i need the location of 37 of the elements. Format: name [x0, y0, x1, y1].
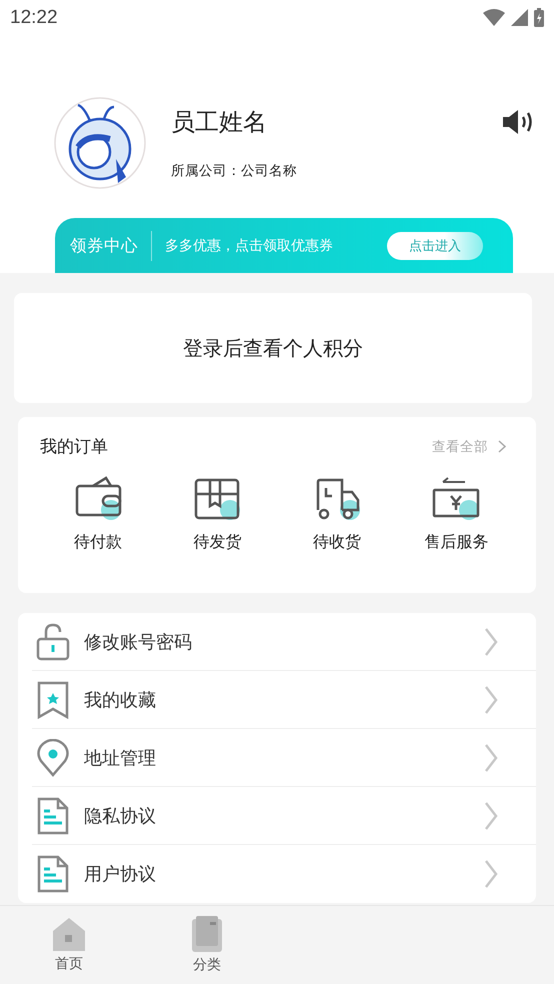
order-status-item[interactable]: 售后服务	[406, 476, 506, 553]
orders-title: 我的订单	[40, 436, 108, 458]
company-name: 所属公司：公司名称	[171, 162, 298, 180]
chevron-icon	[484, 626, 498, 656]
avatar-icon	[54, 97, 146, 190]
document-icon	[36, 855, 70, 893]
menu-item[interactable]: 地址管理	[32, 729, 536, 787]
category-icon	[192, 916, 222, 952]
menu-item[interactable]: 我的收藏	[32, 671, 536, 729]
points-login-text: 登录后查看个人积分	[183, 334, 363, 362]
menu-item[interactable]: 隐私协议	[32, 787, 536, 845]
chevron-icon	[498, 440, 506, 453]
document-icon	[36, 796, 70, 834]
coupon-text: 多多优惠，点击领取优惠券	[165, 236, 334, 255]
status-time: 12:22	[10, 6, 58, 29]
chevron-icon	[484, 742, 498, 772]
bookmark-icon	[36, 680, 70, 718]
employee-name: 员工姓名	[171, 107, 268, 138]
order-status-item[interactable]: 待收货	[286, 476, 387, 553]
nav-tab[interactable]: 分类	[138, 906, 276, 984]
chevron-icon	[484, 859, 498, 889]
signal-icon	[511, 9, 528, 26]
order-status-item[interactable]: 待付款	[48, 476, 148, 553]
box-icon	[192, 476, 242, 522]
home-icon	[52, 917, 86, 951]
battery-icon	[534, 8, 544, 28]
location-pin-icon	[36, 738, 70, 776]
chevron-icon	[484, 684, 498, 714]
wifi-icon	[483, 9, 505, 26]
chevron-icon	[484, 800, 498, 830]
menu-item[interactable]: 用户协议	[32, 845, 536, 903]
menu-item[interactable]: 修改账号密码	[32, 613, 536, 671]
coupon-center-title: 领券中心	[70, 234, 138, 257]
order-status-item[interactable]: 待发货	[167, 476, 268, 553]
nav-tab[interactable]: 首页	[0, 906, 138, 984]
lock-icon	[36, 622, 70, 660]
money-icon	[431, 476, 482, 522]
